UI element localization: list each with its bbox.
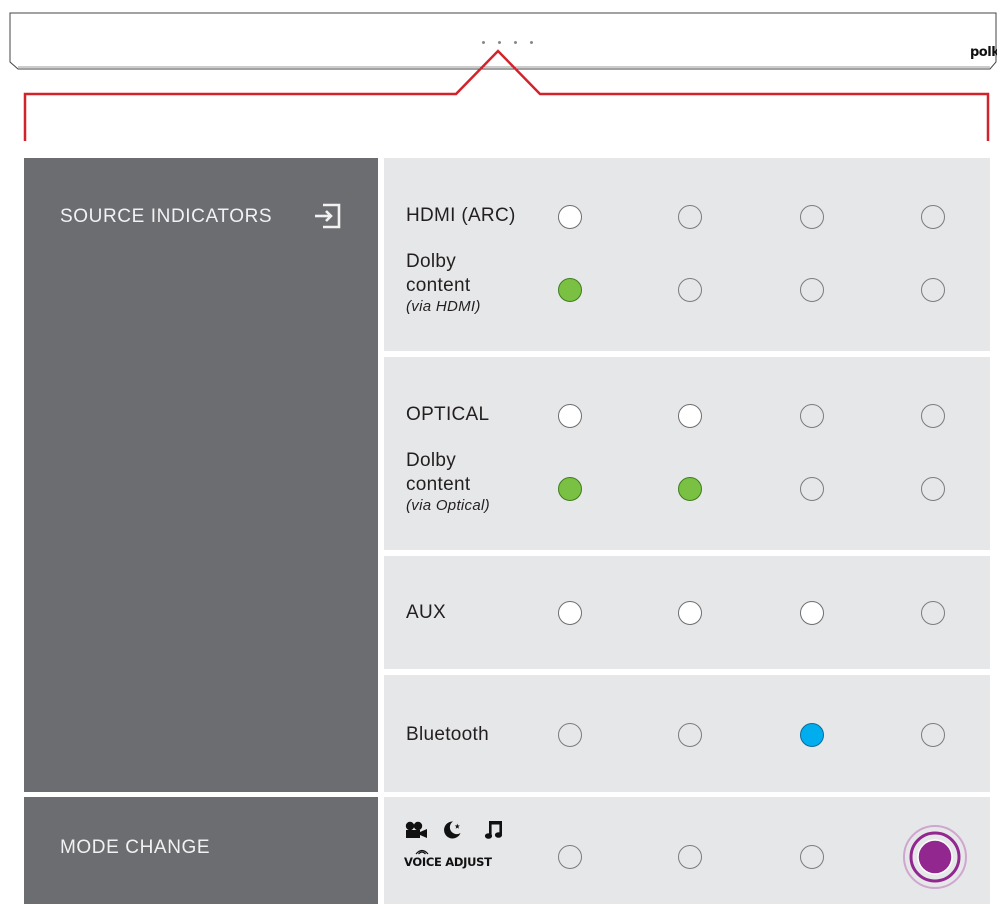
bluetooth-led-2 [678, 723, 702, 747]
movie-camera-icon [405, 821, 427, 838]
hdmi-group: HDMI (ARC) Dolby content (via HDMI) [384, 158, 990, 351]
mode-led-3 [800, 845, 824, 869]
optical-dolby-label: Dolby content (via Optical) [406, 449, 490, 514]
soundbar-led-3 [514, 41, 517, 44]
aux-led-3 [800, 601, 824, 625]
hdmi-led-4 [921, 205, 945, 229]
mode-led-1 [558, 845, 582, 869]
source-input-icon [315, 203, 341, 229]
voice-adjust-icon: VOICE ADJUST [404, 847, 534, 877]
bluetooth-led-3 [800, 723, 824, 747]
hdmi-dolby-sub: (via HDMI) [406, 298, 481, 315]
hdmi-dolby-line2: content [406, 275, 471, 296]
hdmi-led-1 [558, 205, 582, 229]
optical-group: OPTICAL Dolby content (via Optical) [384, 357, 990, 550]
optical-dolby-led-2 [678, 477, 702, 501]
soundbar-led-4 [530, 41, 533, 44]
hdmi-dolby-label: Dolby content (via HDMI) [406, 250, 481, 315]
hdmi-dolby-led-1 [558, 278, 582, 302]
mode-change-panel: MODE CHANGE [24, 797, 378, 904]
aux-led-1 [558, 601, 582, 625]
mode-led-4-purple-pulse [902, 824, 968, 890]
bluetooth-led-1 [558, 723, 582, 747]
optical-label: OPTICAL [406, 404, 490, 425]
voice-adjust-waves-icon [415, 849, 429, 855]
hdmi-led-3 [800, 205, 824, 229]
aux-led-4 [921, 601, 945, 625]
optical-led-2 [678, 404, 702, 428]
mode-led-2 [678, 845, 702, 869]
bluetooth-led-4 [921, 723, 945, 747]
optical-dolby-line1: Dolby [406, 450, 457, 471]
night-moon-icon [444, 821, 461, 839]
optical-dolby-sub: (via Optical) [406, 497, 490, 514]
optical-led-4 [921, 404, 945, 428]
hdmi-led-2 [678, 205, 702, 229]
mode-change-title: MODE CHANGE [60, 837, 211, 858]
soundbar-outline [9, 12, 997, 70]
soundbar-led-1 [482, 41, 485, 44]
aux-label: AUX [406, 602, 446, 623]
bluetooth-label: Bluetooth [406, 724, 489, 745]
optical-led-1 [558, 404, 582, 428]
brand-logo: polk [970, 45, 997, 60]
optical-dolby-led-3 [800, 477, 824, 501]
hdmi-dolby-line1: Dolby [406, 251, 457, 272]
purple-led-rings [903, 825, 967, 889]
mode-icons: VOICE ADJUST [404, 817, 524, 887]
mode-change-group: VOICE ADJUST [384, 797, 990, 904]
soundbar-led-2 [498, 41, 501, 44]
optical-dolby-led-4 [921, 477, 945, 501]
soundbar-illustration: polk [8, 12, 997, 70]
hdmi-dolby-led-3 [800, 278, 824, 302]
hdmi-label: HDMI (ARC) [406, 205, 516, 226]
optical-led-3 [800, 404, 824, 428]
music-note-icon [484, 821, 503, 839]
optical-dolby-led-1 [558, 477, 582, 501]
aux-group: AUX [384, 556, 990, 669]
source-indicators-title: SOURCE INDICATORS [60, 206, 273, 227]
source-indicators-panel: SOURCE INDICATORS [24, 158, 378, 792]
voice-adjust-label: VOICE ADJUST [404, 855, 492, 869]
hdmi-dolby-led-2 [678, 278, 702, 302]
optical-dolby-line2: content [406, 474, 471, 495]
bluetooth-group: Bluetooth [384, 675, 990, 792]
hdmi-dolby-led-4 [921, 278, 945, 302]
aux-led-2 [678, 601, 702, 625]
